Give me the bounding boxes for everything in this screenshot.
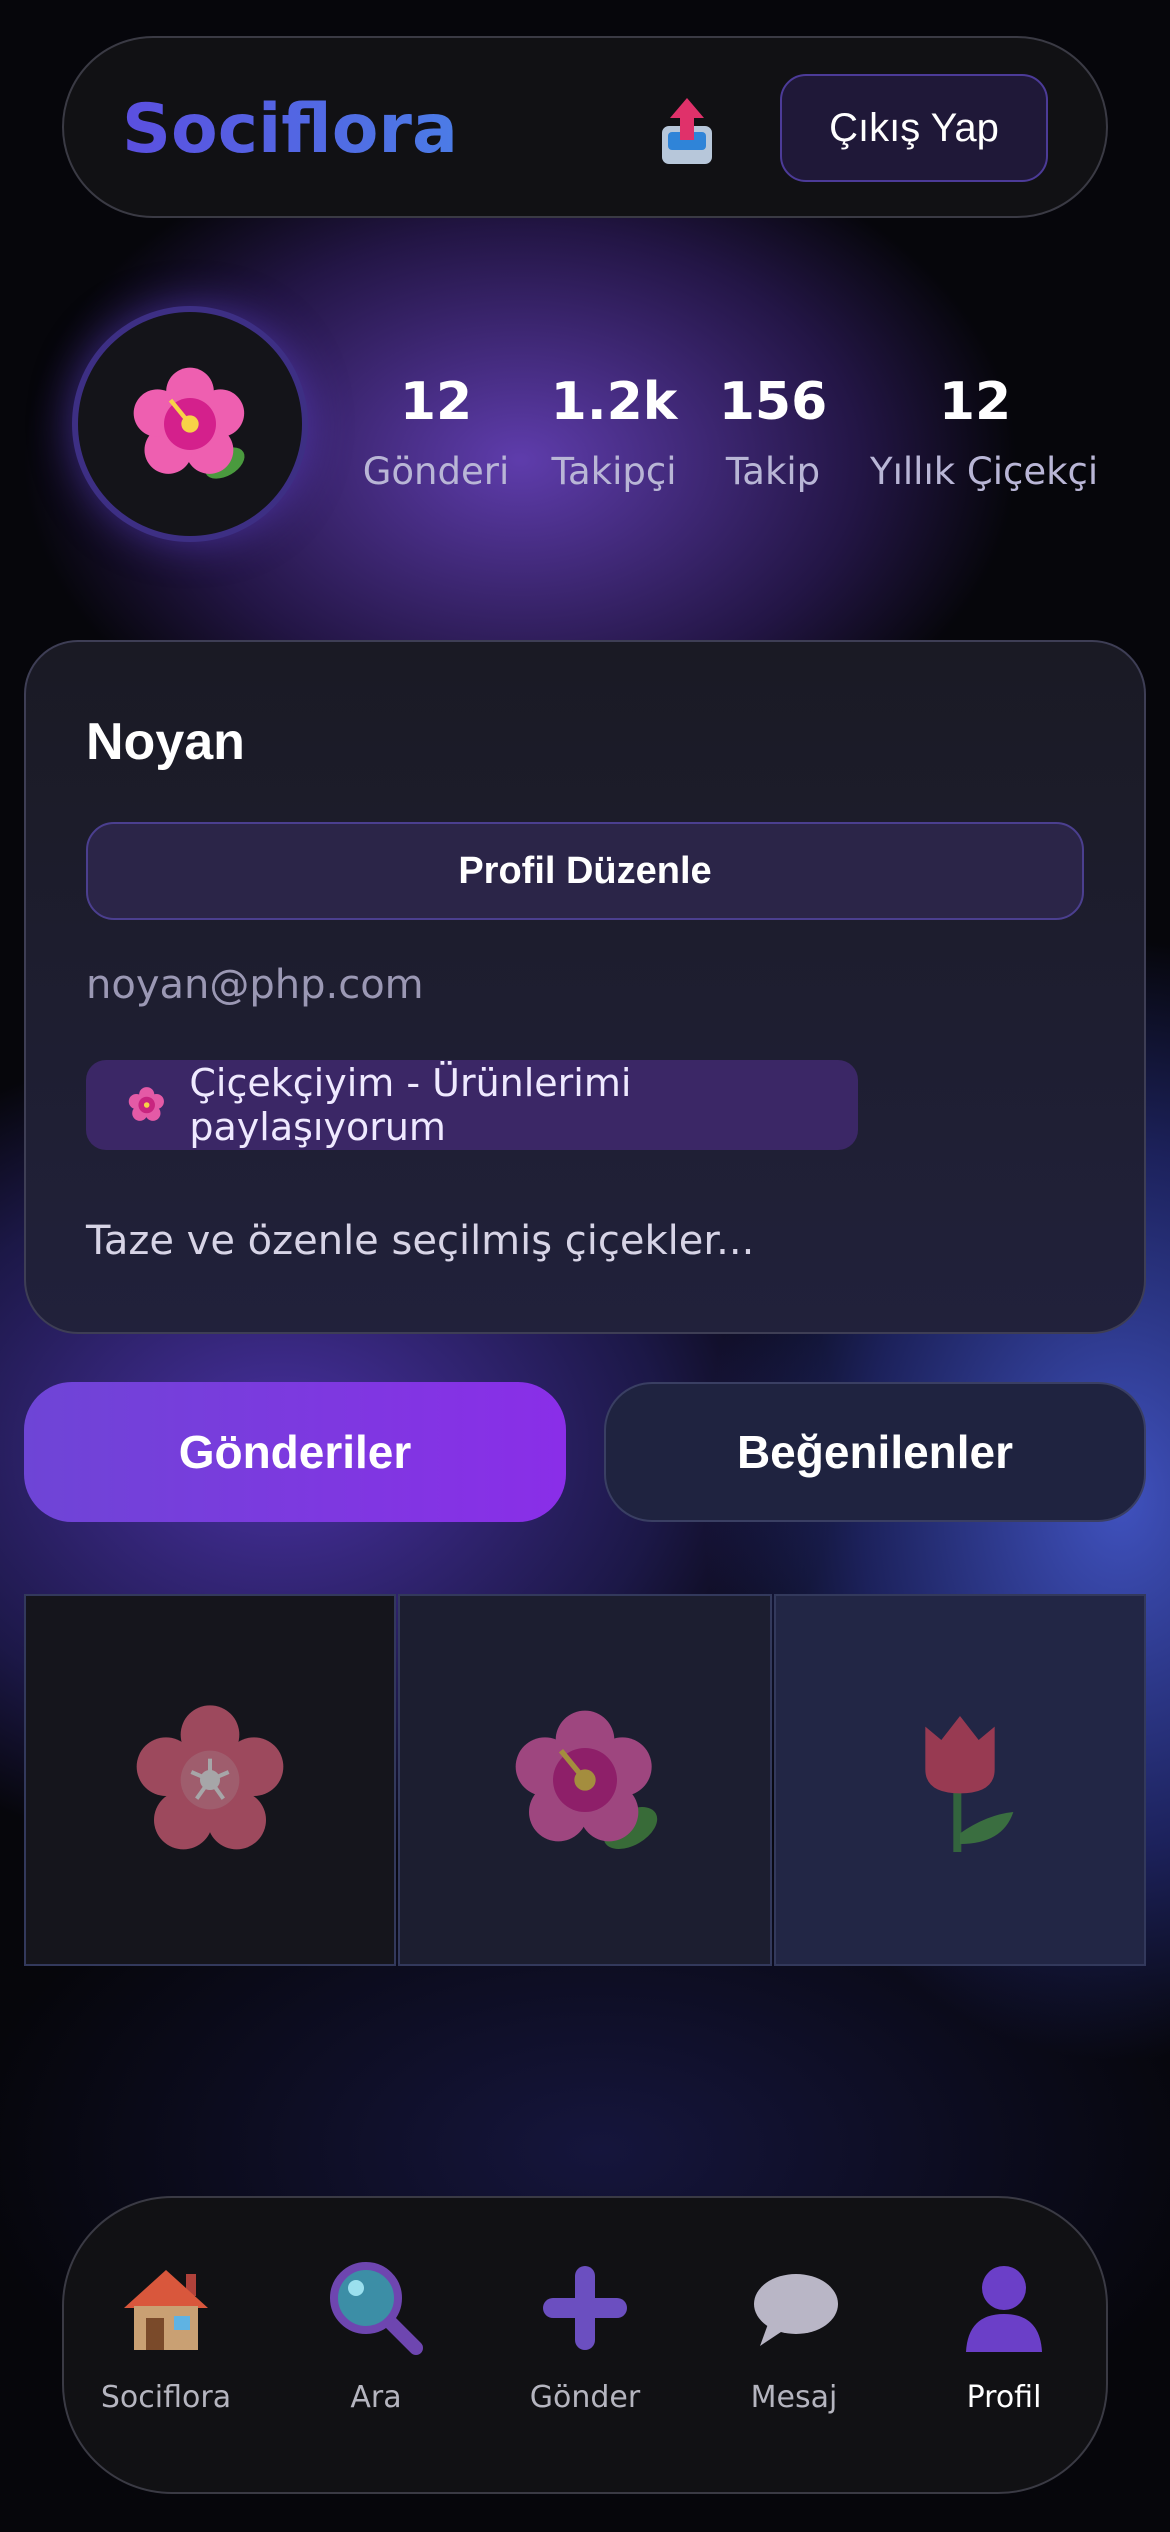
stat-following[interactable]: 156 Takip bbox=[712, 376, 834, 493]
stat-florist-years-value: 12 bbox=[938, 372, 1012, 432]
stat-following-value: 156 bbox=[718, 372, 828, 432]
hibiscus-icon bbox=[133, 367, 245, 479]
speech-bubble-icon bbox=[754, 2274, 838, 2346]
stat-following-label: Takip bbox=[725, 450, 821, 493]
cherry-blossom-icon bbox=[136, 1705, 284, 1850]
nav-item-post[interactable]: Gönder bbox=[495, 2258, 675, 2415]
tab-liked[interactable]: Beğenilenler bbox=[604, 1382, 1146, 1522]
role-text: Çiçekçiyim - Ürünlerimi paylaşıyorum bbox=[189, 1061, 632, 1149]
nav-item-messages[interactable]: Mesaj bbox=[704, 2258, 884, 2415]
profile-email: noyan@php.com bbox=[86, 962, 424, 1008]
tab-posts[interactable]: Gönderiler bbox=[24, 1382, 566, 1522]
post-thumbnail[interactable] bbox=[774, 1594, 1146, 1966]
magnifier-icon bbox=[330, 2262, 423, 2355]
stat-followers[interactable]: 1.2k Takipçi bbox=[544, 376, 684, 493]
role-badge: Çiçekçiyim - Ürünlerimi paylaşıyorum bbox=[86, 1060, 858, 1150]
nav-label: Profil bbox=[966, 2380, 1042, 2415]
nav-label: Gönder bbox=[529, 2380, 641, 2415]
stat-florist-years-label: Yıllık Çiçekçi bbox=[870, 450, 1099, 493]
nav-label: Sociflora bbox=[100, 2380, 232, 2415]
stat-florist-years: 12 Yıllık Çiçekçi bbox=[870, 372, 1099, 493]
stat-posts[interactable]: 12 Gönderi bbox=[362, 376, 510, 493]
nav-item-profile[interactable]: Profil bbox=[914, 2258, 1094, 2415]
stat-followers-value: 1.2k bbox=[550, 372, 678, 432]
post-thumbnail[interactable] bbox=[24, 1594, 396, 1966]
nav-label: Ara bbox=[350, 2380, 402, 2415]
nav-label: Mesaj bbox=[750, 2380, 838, 2415]
upload-tray-icon[interactable] bbox=[658, 96, 716, 168]
logout-button[interactable]: Çıkış Yap bbox=[780, 74, 1048, 182]
stat-followers-label: Takipçi bbox=[551, 450, 677, 493]
brand-logo[interactable]: Sociflora bbox=[122, 90, 458, 169]
stat-posts-value: 12 bbox=[399, 372, 473, 432]
plus-icon bbox=[543, 2266, 627, 2350]
nav-item-home[interactable]: Sociflora bbox=[76, 2258, 256, 2415]
edit-profile-button[interactable]: Profil Düzenle bbox=[86, 822, 1084, 920]
hibiscus-icon bbox=[515, 1710, 658, 1849]
house-icon bbox=[124, 2270, 208, 2350]
profile-name: Noyan bbox=[86, 713, 245, 771]
stat-posts-label: Gönderi bbox=[362, 450, 510, 493]
profile-bio: Taze ve özenle seçilmiş çiçekler... bbox=[86, 1218, 755, 1264]
hibiscus-icon bbox=[128, 1087, 164, 1121]
avatar[interactable] bbox=[72, 306, 308, 542]
tulip-icon bbox=[925, 1716, 1014, 1852]
nav-item-search[interactable]: Ara bbox=[286, 2258, 466, 2415]
post-thumbnail[interactable] bbox=[398, 1594, 772, 1966]
user-icon bbox=[966, 2266, 1042, 2352]
